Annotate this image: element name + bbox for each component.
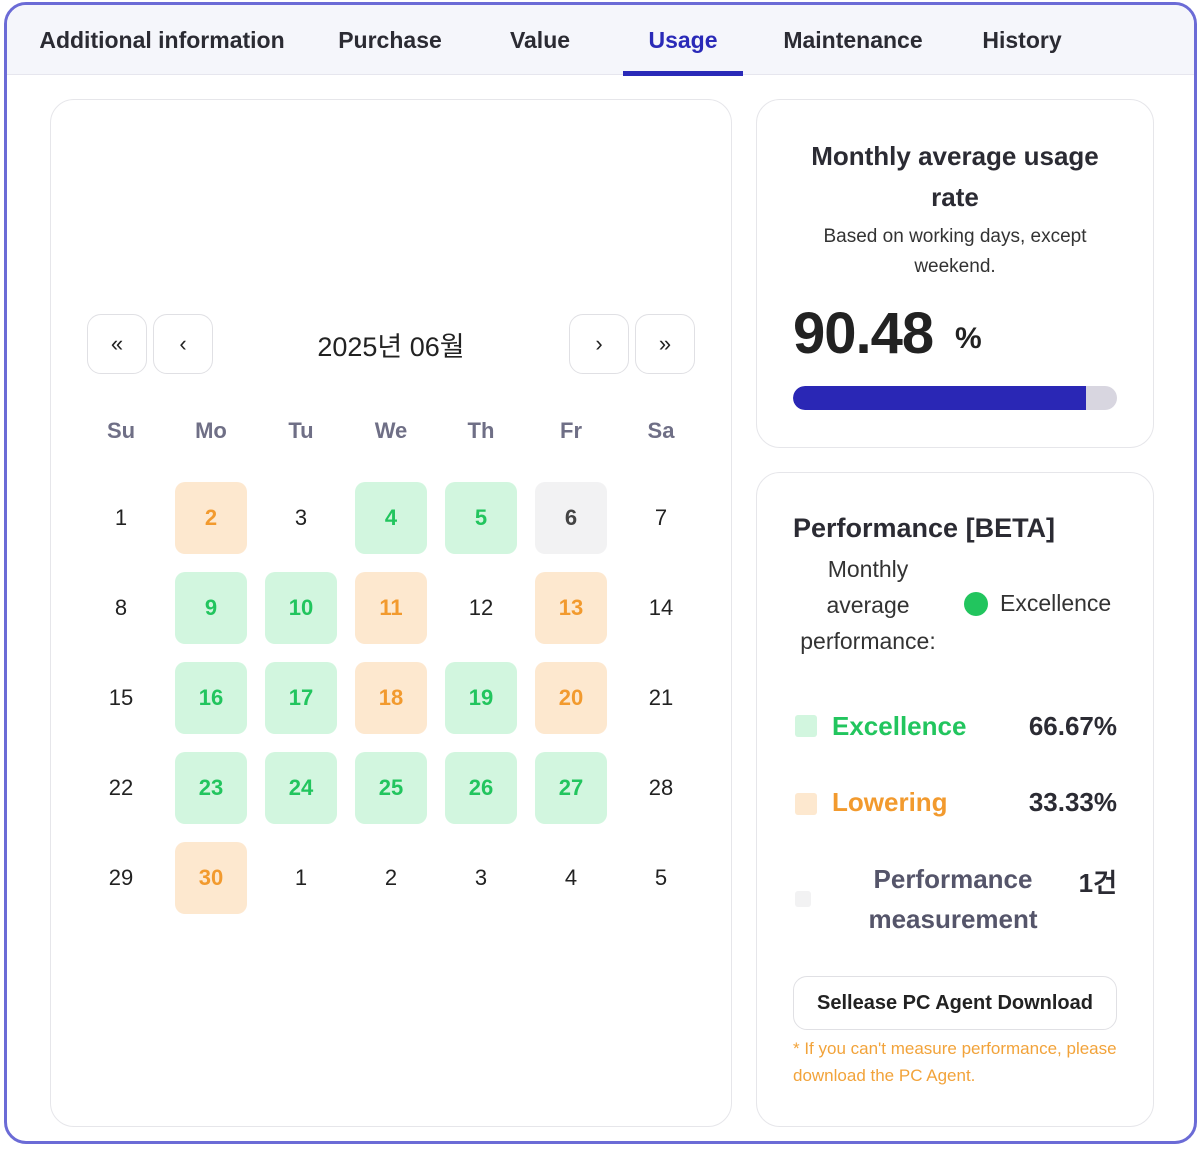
usage-rate-card: Monthly average usage rate Based on work… — [756, 99, 1154, 448]
status-dot-icon — [964, 592, 988, 616]
calendar-day[interactable]: 2 — [355, 842, 427, 914]
calendar-day[interactable]: 6 — [535, 482, 607, 554]
calendar-day[interactable]: 9 — [175, 572, 247, 644]
calendar-day[interactable]: 20 — [535, 662, 607, 734]
calendar-day[interactable]: 19 — [445, 662, 517, 734]
first-month-button[interactable]: « — [87, 314, 147, 374]
calendar-month-title: 2025년 06월 — [317, 332, 465, 362]
usage-rate-subtitle: Based on working days, except weekend. — [823, 226, 1087, 277]
performance-title: Performance [BETA] — [793, 513, 1056, 543]
legend-excellence-swatch — [795, 715, 817, 737]
legend-excellence-label: Excellence — [832, 711, 967, 741]
legend-measurement-label: Performance measurement — [868, 864, 1038, 934]
legend-excellence-value: 66.67% — [1028, 711, 1117, 741]
usage-rate-title: Monthly average usage rate — [811, 141, 1099, 212]
calendar-day[interactable]: 23 — [175, 752, 247, 824]
legend-lowering-swatch — [795, 793, 817, 815]
tab-additional-information[interactable]: Additional information — [37, 5, 287, 75]
weekday-header: Tu — [288, 418, 314, 443]
calendar-day[interactable]: 1 — [265, 842, 337, 914]
usage-progress-fill — [793, 386, 1087, 410]
calendar-day[interactable]: 21 — [625, 662, 697, 734]
calendar-day[interactable]: 17 — [265, 662, 337, 734]
legend-lowering-label: Lowering — [832, 787, 948, 817]
agent-download-button[interactable]: Sellease PC Agent Download — [793, 976, 1117, 1030]
usage-rate-value: 90.48 — [793, 301, 934, 366]
calendar-day[interactable]: 4 — [535, 842, 607, 914]
weekday-header: Mo — [195, 418, 227, 443]
calendar-day[interactable]: 1 — [85, 482, 157, 554]
calendar-day[interactable]: 7 — [625, 482, 697, 554]
calendar-day[interactable]: 5 — [625, 842, 697, 914]
calendar-day[interactable]: 8 — [85, 572, 157, 644]
calendar-day[interactable]: 14 — [625, 572, 697, 644]
calendar-day[interactable]: 27 — [535, 752, 607, 824]
prev-month-button[interactable]: ‹ — [153, 314, 213, 374]
usage-rate-unit: % — [955, 322, 982, 355]
calendar-day[interactable]: 22 — [85, 752, 157, 824]
calendar-day[interactable]: 11 — [355, 572, 427, 644]
tab-bar: Additional information Purchase Value Us… — [7, 5, 1194, 76]
calendar-day[interactable]: 4 — [355, 482, 427, 554]
tab-maintenance[interactable]: Maintenance — [775, 5, 931, 75]
legend-measurement-value: 1건 — [1078, 868, 1117, 898]
tab-value[interactable]: Value — [485, 5, 595, 75]
calendar-day[interactable]: 24 — [265, 752, 337, 824]
calendar-day[interactable]: 12 — [445, 572, 517, 644]
calendar-day[interactable]: 29 — [85, 842, 157, 914]
calendar-card: « ‹ 2025년 06월 › » Su Mo Tu We Th Fr Sa 1 2 3 4 5 6 7 8… — [50, 99, 732, 1127]
weekday-header: Fr — [560, 418, 582, 443]
app-frame: Additional information Purchase Value Us… — [4, 2, 1197, 1144]
performance-status: Excellence — [1000, 590, 1112, 616]
weekday-header: Th — [467, 418, 495, 443]
tab-usage[interactable]: Usage — [623, 5, 743, 76]
legend-measurement-swatch — [795, 891, 811, 907]
usage-progress-bar — [793, 386, 1117, 410]
performance-label: Monthly average performance: — [800, 556, 936, 654]
tab-purchase[interactable]: Purchase — [325, 5, 455, 75]
calendar-day[interactable]: 13 — [535, 572, 607, 644]
tab-history[interactable]: History — [969, 5, 1075, 75]
calendar-day[interactable]: 18 — [355, 662, 427, 734]
calendar-day[interactable]: 10 — [265, 572, 337, 644]
calendar-day[interactable]: 25 — [355, 752, 427, 824]
calendar-day[interactable]: 26 — [445, 752, 517, 824]
legend-lowering-value: 33.33% — [1028, 787, 1117, 817]
calendar-day[interactable]: 5 — [445, 482, 517, 554]
calendar-day[interactable]: 3 — [445, 842, 517, 914]
weekday-header: We — [374, 418, 408, 443]
next-month-button[interactable]: › — [569, 314, 629, 374]
calendar-day[interactable]: 2 — [175, 482, 247, 554]
calendar-day[interactable]: 3 — [265, 482, 337, 554]
performance-card: Performance [BETA] Monthly average perfo… — [756, 472, 1154, 1127]
weekday-header: Sa — [647, 418, 675, 443]
calendar-day[interactable]: 15 — [85, 662, 157, 734]
last-month-button[interactable]: » — [635, 314, 695, 374]
calendar-day[interactable]: 16 — [175, 662, 247, 734]
agent-download-note: * If you can't measure performance, plea… — [793, 1039, 1117, 1085]
weekday-header: Su — [106, 418, 136, 443]
calendar-day[interactable]: 30 — [175, 842, 247, 914]
calendar-day[interactable]: 28 — [625, 752, 697, 824]
